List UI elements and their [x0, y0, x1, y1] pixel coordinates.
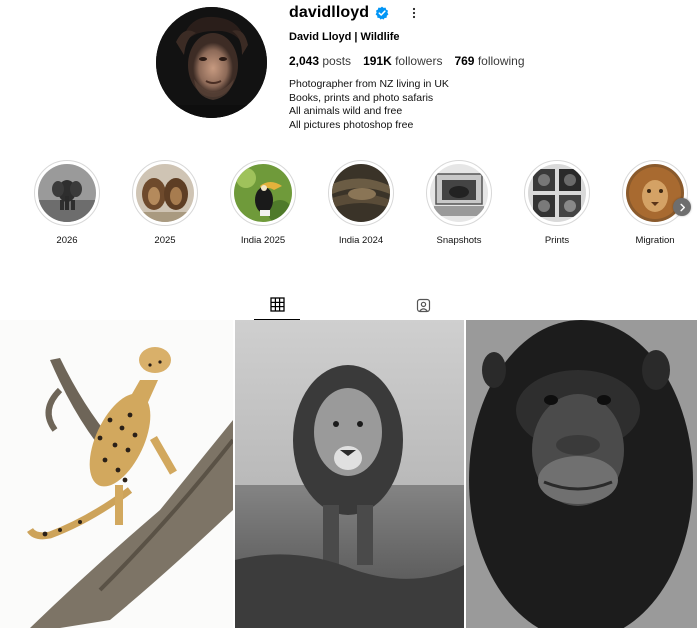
bio-line: All pictures photoshop free — [289, 118, 414, 131]
followers-label: followers — [395, 54, 443, 68]
followers-stat[interactable]: 191K followers — [363, 54, 442, 68]
following-stat[interactable]: 769 following — [454, 54, 524, 68]
highlight-india-2025[interactable]: India 2025 — [223, 160, 303, 246]
highlight-label: India 2024 — [338, 235, 384, 246]
highlight-label: Snapshots — [436, 235, 482, 246]
posts-grid — [0, 320, 700, 628]
username-row: davidlloyd — [289, 4, 689, 22]
highlight-label: India 2025 — [240, 235, 286, 246]
posts-stat: 2,043 posts — [289, 54, 351, 68]
tagged-person-icon — [416, 298, 430, 312]
bio-line: Photographer from NZ living in UK — [289, 78, 449, 90]
hornbill-thumbnail — [234, 164, 292, 222]
highlight-label: 2026 — [56, 235, 78, 246]
highlight-ring — [328, 160, 394, 226]
highlight-prints[interactable]: Prints — [517, 160, 597, 246]
chimpanzee-photo — [466, 320, 697, 628]
highlight-2026[interactable]: 2026 — [27, 160, 107, 246]
highlight-ring — [230, 160, 296, 226]
followers-count: 191K — [363, 54, 392, 68]
post-tile-lion[interactable] — [235, 320, 464, 628]
highlight-snapshots[interactable]: Snapshots — [419, 160, 499, 246]
bio: Photographer from NZ living in UK Books,… — [289, 78, 689, 132]
posts-count: 2,043 — [289, 54, 320, 68]
posts-label: posts — [322, 54, 352, 68]
elephant-thumbnail — [38, 164, 96, 222]
highlight-ring — [426, 160, 492, 226]
bio-line: All animals wild and free — [289, 105, 403, 117]
highlight-ring — [132, 160, 198, 226]
chevron-right-icon — [679, 203, 685, 211]
more-dots-icon[interactable] — [407, 6, 421, 20]
highlight-2025[interactable]: 2025 — [125, 160, 205, 246]
highlight-ring — [34, 160, 100, 226]
highlight-ring — [524, 160, 590, 226]
following-count: 769 — [454, 54, 475, 68]
highlight-india-2024[interactable]: India 2024 — [321, 160, 401, 246]
highlight-label: 2025 — [154, 235, 176, 246]
highlight-label: Migration — [635, 235, 675, 246]
grid-icon — [269, 297, 285, 312]
post-tile-chimpanzee[interactable] — [466, 320, 697, 628]
avatar-photo — [156, 7, 267, 118]
prints-thumbnail — [528, 164, 586, 222]
story-highlights: 2026 2025 India 2025 India 2024 Snapshot… — [0, 160, 700, 255]
highlight-label: Prints — [544, 235, 570, 246]
tab-posts-grid[interactable] — [254, 290, 300, 320]
lions-thumbnail — [136, 164, 194, 222]
username: davidlloyd — [289, 4, 370, 21]
profile-avatar[interactable] — [156, 7, 267, 118]
bio-line: Books, prints and photo safaris — [289, 91, 434, 104]
profile-info: davidlloyd David Lloyd | Wildlife 2,043 … — [289, 4, 689, 132]
following-label: following — [477, 54, 525, 68]
cheetah-photo — [0, 320, 233, 628]
highlights-next-button[interactable] — [673, 198, 691, 216]
india-2024-thumbnail — [332, 164, 390, 222]
post-tile-cheetah[interactable] — [0, 320, 233, 628]
snapshots-thumbnail — [430, 164, 488, 222]
profile-tabs — [0, 290, 700, 320]
tab-tagged[interactable] — [400, 290, 446, 320]
verified-badge-icon — [375, 6, 389, 20]
profile-stats: 2,043 posts 191K followers 769 following — [289, 53, 689, 69]
full-name: David Lloyd | Wildlife — [289, 31, 400, 43]
lion-photo — [235, 320, 464, 628]
highlight-ring — [622, 160, 688, 226]
